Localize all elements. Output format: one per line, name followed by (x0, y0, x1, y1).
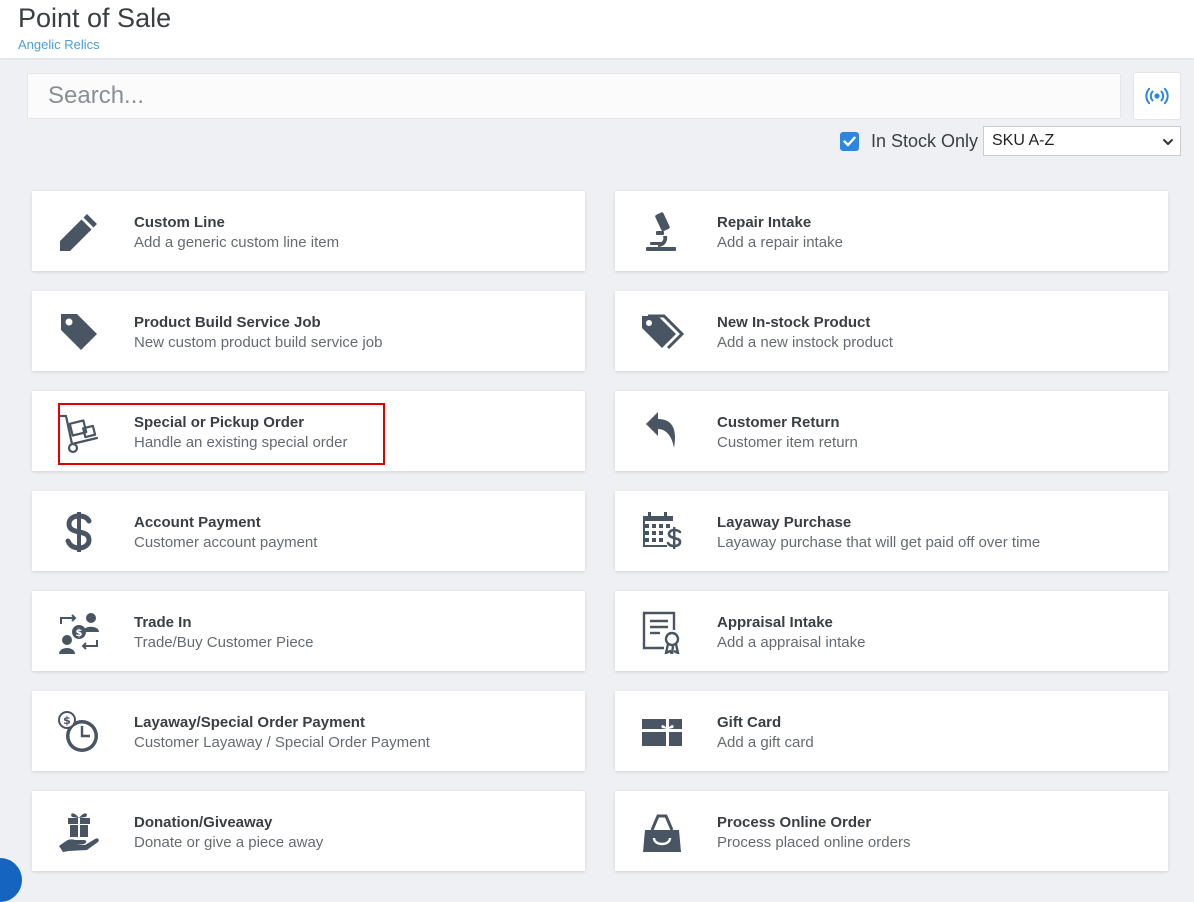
pencil-icon (56, 210, 102, 254)
broadcast-icon (1145, 87, 1169, 105)
tile-description: Customer item return (717, 434, 858, 451)
page-header: Point of Sale Angelic Relics (0, 0, 1194, 58)
tile-process-online-order[interactable]: Process Online Order Process placed onli… (615, 791, 1168, 871)
scan-button[interactable] (1133, 72, 1181, 120)
filter-row: In Stock Only (840, 125, 978, 157)
svg-text:$: $ (76, 628, 83, 639)
gift-card-icon (639, 710, 685, 754)
tile-title: Product Build Service Job (134, 314, 321, 331)
in-stock-label: In Stock Only (871, 130, 979, 151)
shopping-bag-icon (639, 810, 685, 854)
hand-gift-icon (56, 810, 102, 854)
tags-icon (639, 310, 685, 354)
dollar-icon (56, 510, 102, 554)
tile-description: New custom product build service job (134, 334, 383, 351)
svg-text:$: $ (63, 714, 71, 727)
tile-description: Add a repair intake (717, 234, 843, 251)
calendar-dollar-icon (639, 510, 685, 554)
tile-customer-return[interactable]: Customer Return Customer item return (615, 391, 1168, 471)
chevron-down-icon (1163, 139, 1173, 145)
tile-title: Special or Pickup Order (134, 414, 305, 431)
hand-truck-icon (56, 410, 102, 454)
tile-account-payment[interactable]: Account Payment Customer account payment (32, 491, 585, 571)
in-stock-checkbox[interactable] (840, 131, 859, 151)
tile-special-or-pickup-order[interactable]: Special or Pickup Order Handle an existi… (32, 391, 585, 471)
page-title: Point of Sale (18, 3, 172, 33)
tag-icon (56, 310, 102, 354)
store-name-link[interactable]: Angelic Relics (18, 37, 100, 52)
tile-gift-card[interactable]: Gift Card Add a gift card (615, 691, 1168, 771)
search-input[interactable] (28, 74, 1120, 118)
tile-title: Layaway/Special Order Payment (134, 714, 365, 731)
tile-description: Process placed online orders (717, 834, 911, 851)
tile-description: Layaway purchase that will get paid off … (717, 534, 1041, 551)
tile-title: Donation/Giveaway (134, 814, 273, 831)
tile-custom-line[interactable]: Custom Line Add a generic custom line it… (32, 191, 585, 271)
clock-dollar-icon: $ (56, 710, 102, 754)
tile-description: Handle an existing special order (134, 434, 348, 451)
tile-new-in-stock-product[interactable]: New In-stock Product Add a new instock p… (615, 291, 1168, 371)
tile-donation-giveaway[interactable]: Donation/Giveaway Donate or give a piece… (32, 791, 585, 871)
tile-title: Gift Card (717, 714, 782, 731)
tile-description: Add a appraisal intake (717, 634, 866, 651)
certificate-icon (639, 610, 685, 654)
trade-exchange-icon: $ (56, 610, 102, 654)
tile-description: Add a new instock product (717, 334, 893, 351)
sort-selected-value: SKU A-Z (992, 132, 1055, 149)
tile-trade-in[interactable]: $ Trade In Trade/Buy Customer Piece (32, 591, 585, 671)
search-box[interactable] (27, 73, 1121, 119)
tile-title: Custom Line (134, 214, 225, 231)
tile-description: Add a gift card (717, 734, 814, 751)
checkmark-icon (843, 136, 856, 146)
sort-select[interactable]: SKU A-Z (983, 126, 1181, 156)
tile-description: Trade/Buy Customer Piece (134, 634, 314, 651)
reply-arrow-icon (639, 410, 685, 454)
tile-title: Trade In (134, 614, 192, 631)
tile-description: Customer account payment (134, 534, 318, 551)
tile-title: Process Online Order (717, 814, 872, 831)
tile-title: Layaway Purchase (717, 514, 852, 531)
tile-repair-intake[interactable]: Repair Intake Add a repair intake (615, 191, 1168, 271)
tile-title: Account Payment (134, 514, 261, 531)
tile-title: Repair Intake (717, 214, 812, 231)
tile-description: Customer Layaway / Special Order Payment (134, 734, 430, 751)
tile-title: New In-stock Product (717, 314, 871, 331)
tile-title: Customer Return (717, 414, 840, 431)
tile-layaway-purchase[interactable]: Layaway Purchase Layaway purchase that w… (615, 491, 1168, 571)
tile-description: Add a generic custom line item (134, 234, 340, 251)
tile-appraisal-intake[interactable]: Appraisal Intake Add a appraisal intake (615, 591, 1168, 671)
chat-launcher-button[interactable] (0, 858, 22, 902)
tile-layaway-special-order-payment[interactable]: $ Layaway/Special Order Payment Customer… (32, 691, 585, 771)
tile-title: Appraisal Intake (717, 614, 833, 631)
tile-description: Donate or give a piece away (134, 834, 324, 851)
tile-product-build-service-job[interactable]: Product Build Service Job New custom pro… (32, 291, 585, 371)
microscope-icon (639, 210, 685, 254)
